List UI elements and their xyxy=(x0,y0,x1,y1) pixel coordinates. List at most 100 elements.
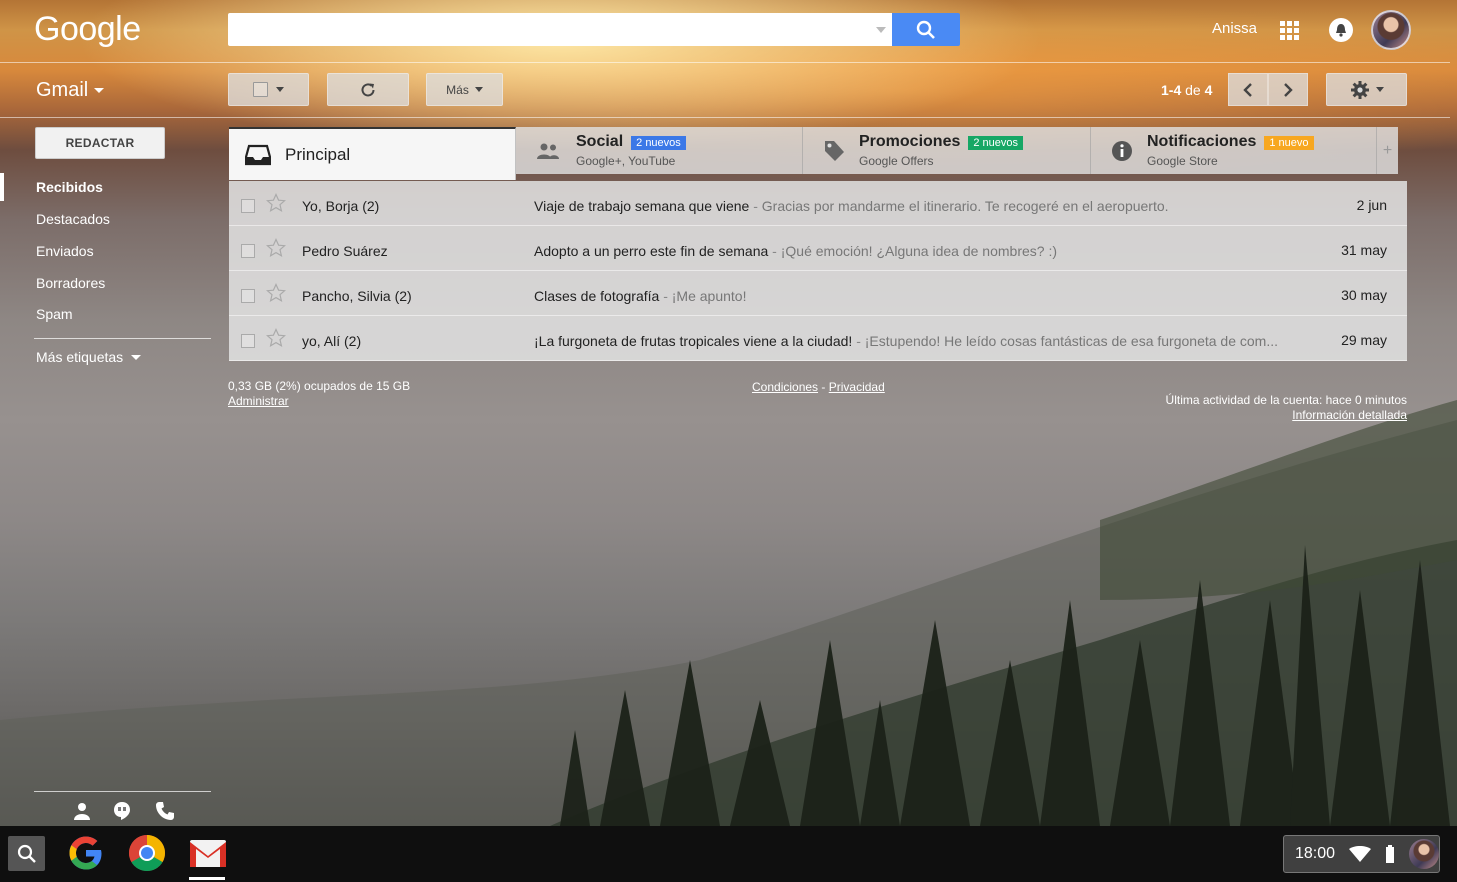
tab-subtitle: Google Store xyxy=(1147,154,1218,168)
search-icon xyxy=(17,844,36,863)
newer-button[interactable] xyxy=(1228,73,1268,106)
active-app-indicator xyxy=(189,877,225,880)
select-all-button[interactable] xyxy=(228,73,309,106)
star-icon[interactable] xyxy=(266,283,286,303)
tab-primary[interactable]: Principal xyxy=(229,127,516,180)
row-checkbox[interactable] xyxy=(241,244,255,258)
email-row[interactable]: yo, Alí (2) ¡La furgoneta de frutas trop… xyxy=(229,316,1407,361)
tray-avatar xyxy=(1409,839,1440,869)
older-button[interactable] xyxy=(1268,73,1308,106)
pager-text: 1-4 de 4 xyxy=(1161,82,1212,98)
email-list: Yo, Borja (2) Viaje de trabajo semana qu… xyxy=(229,181,1407,361)
refresh-icon xyxy=(361,82,375,96)
email-sender: Pancho, Silvia (2) xyxy=(302,288,412,304)
email-date: 2 jun xyxy=(1356,197,1387,213)
header-divider xyxy=(0,62,1450,63)
email-snippet: ¡Me apunto! xyxy=(671,288,747,304)
row-checkbox[interactable] xyxy=(241,289,255,303)
gmail-app-icon[interactable] xyxy=(188,833,228,873)
email-snippet: Gracias por mandarme el itinerario. Te r… xyxy=(761,198,1169,214)
phone-icon[interactable] xyxy=(155,801,175,821)
more-actions-label: Más xyxy=(446,82,469,97)
status-tray[interactable]: 18:00 xyxy=(1283,835,1440,873)
chevron-left-icon xyxy=(1243,82,1252,97)
email-row[interactable]: Yo, Borja (2) Viaje de trabajo semana qu… xyxy=(229,181,1407,226)
email-subject: Viaje de trabajo semana que viene xyxy=(534,198,750,214)
apps-grid-icon[interactable] xyxy=(1280,21,1299,40)
hangouts-divider xyxy=(34,791,211,792)
privacy-link[interactable]: Privacidad xyxy=(829,380,885,394)
email-sender: Pedro Suárez xyxy=(302,243,388,259)
battery-icon xyxy=(1386,845,1395,863)
tab-subtitle: Google+, YouTube xyxy=(576,154,676,168)
user-name[interactable]: Anissa xyxy=(1212,20,1257,37)
pager-total: 4 xyxy=(1204,82,1213,98)
more-actions-button[interactable]: Más xyxy=(426,73,503,106)
sidebar-item-drafts[interactable]: Borradores xyxy=(0,269,210,297)
launcher-button[interactable] xyxy=(8,836,45,871)
tab-promotions[interactable]: Promociones 2 nuevos Google Offers xyxy=(803,127,1091,174)
more-labels-toggle[interactable]: Más etiquetas xyxy=(36,349,142,365)
sidebar-item-spam[interactable]: Spam xyxy=(0,300,210,328)
chrome-app-icon[interactable] xyxy=(127,833,167,873)
chevron-right-icon xyxy=(1284,82,1293,97)
email-date: 30 may xyxy=(1341,287,1387,303)
pager-range: 1-4 xyxy=(1161,82,1182,98)
info-icon xyxy=(1112,140,1132,161)
search-input[interactable] xyxy=(228,13,892,46)
terms-link[interactable]: Condiciones xyxy=(752,380,818,394)
refresh-button[interactable] xyxy=(327,73,409,106)
compose-button[interactable]: REDACTAR xyxy=(35,127,165,159)
row-checkbox[interactable] xyxy=(241,334,255,348)
wifi-icon xyxy=(1349,846,1372,862)
new-count-badge: 2 nuevos xyxy=(631,136,686,150)
new-count-badge: 2 nuevos xyxy=(968,136,1024,150)
manage-storage-link[interactable]: Administrar xyxy=(228,394,410,409)
pager-of: de xyxy=(1185,82,1201,98)
email-subject: ¡La furgoneta de frutas tropicales viene… xyxy=(534,333,853,349)
search-options-dropdown[interactable] xyxy=(876,27,886,33)
gear-icon xyxy=(1350,80,1369,99)
search-button[interactable] xyxy=(892,13,960,46)
star-icon[interactable] xyxy=(266,193,286,213)
google-logo: Google xyxy=(34,10,141,48)
sidebar-item-inbox[interactable]: Recibidos xyxy=(0,173,210,201)
settings-button[interactable] xyxy=(1326,73,1407,106)
chevron-down-icon xyxy=(94,88,105,93)
footer-dash: - xyxy=(821,380,826,394)
account-avatar[interactable] xyxy=(1371,10,1411,50)
star-icon[interactable] xyxy=(266,328,286,348)
gmail-app-menu[interactable]: Gmail xyxy=(36,79,105,102)
activity-details-link[interactable]: Información detallada xyxy=(1166,408,1407,423)
footer-links: Condiciones - Privacidad xyxy=(752,380,885,394)
tab-title: Principal xyxy=(285,144,351,164)
select-checkbox[interactable] xyxy=(253,82,268,97)
email-sender: yo, Alí (2) xyxy=(302,333,362,349)
email-date: 31 may xyxy=(1341,242,1387,258)
storage-usage: 0,33 GB (2%) ocupados de 15 GB xyxy=(228,379,411,393)
hangouts-icon[interactable] xyxy=(113,801,131,821)
sidebar-item-starred[interactable]: Destacados xyxy=(0,205,210,233)
tab-social[interactable]: Social 2 nuevos Google+, YouTube xyxy=(516,127,803,174)
google-search-app-icon[interactable] xyxy=(66,833,106,873)
inbox-tabs: Principal Social 2 nuevos Google+, YouTub… xyxy=(229,127,1398,180)
snippet-separator: - xyxy=(856,333,861,349)
add-tab-button[interactable]: + xyxy=(1377,127,1398,174)
star-icon[interactable] xyxy=(266,238,286,258)
inbox-icon xyxy=(245,144,271,165)
chevron-down-icon xyxy=(131,354,142,360)
tab-notifications[interactable]: Notificaciones 1 nuevo Google Store xyxy=(1091,127,1377,174)
snippet-separator: - xyxy=(772,243,777,259)
person-icon[interactable] xyxy=(73,802,91,820)
email-row[interactable]: Pancho, Silvia (2) Clases de fotografía … xyxy=(229,271,1407,316)
new-count-badge: 1 nuevo xyxy=(1264,136,1314,150)
sidebar-item-sent[interactable]: Enviados xyxy=(0,237,210,265)
account-activity: Última actividad de la cuenta: hace 0 mi… xyxy=(1166,393,1407,423)
row-checkbox[interactable] xyxy=(241,199,255,213)
snippet-separator: - xyxy=(753,198,758,214)
email-row[interactable]: Pedro Suárez Adopto a un perro este fin … xyxy=(229,226,1407,271)
tab-title: Notificaciones xyxy=(1147,133,1257,150)
search-icon xyxy=(916,20,935,39)
tab-title: Promociones xyxy=(859,133,961,150)
notifications-bell-icon[interactable] xyxy=(1329,18,1353,42)
